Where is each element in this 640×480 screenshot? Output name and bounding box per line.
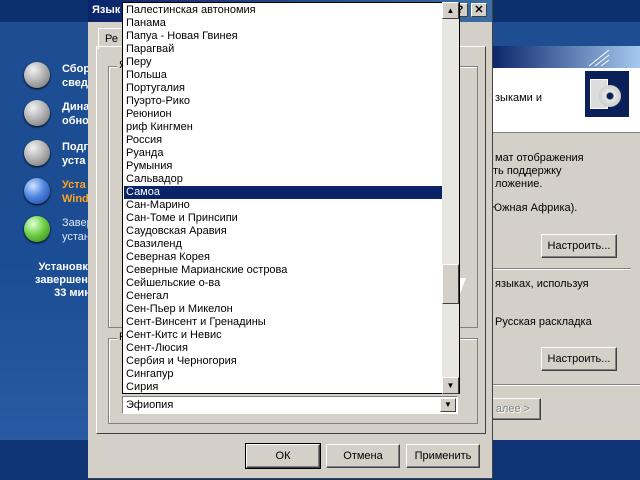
list-item[interactable]: Польша (124, 69, 444, 82)
list-item[interactable]: Папуа - Новая Гвинея (124, 30, 444, 43)
list-item[interactable]: Северная Корея (124, 251, 444, 264)
list-item[interactable]: риф Кингмен (124, 121, 444, 134)
list-item[interactable]: Сен-Пьер и Микелон (124, 303, 444, 316)
configure-keyboard-button[interactable]: Настроить... (541, 347, 617, 371)
list-item[interactable]: Россия (124, 134, 444, 147)
location-combobox[interactable]: Эфиопия ▼ (122, 396, 458, 414)
next-button[interactable]: алее > (485, 398, 541, 420)
list-item[interactable]: Перу (124, 56, 444, 69)
step-pending-orb-icon (24, 216, 50, 242)
format-text-line: ложение. (495, 178, 543, 190)
list-item[interactable]: Сент-Винсент и Гренадины (124, 316, 444, 329)
mouse-cursor-icon (460, 278, 472, 294)
cancel-button[interactable]: Отмена (326, 444, 400, 468)
list-item[interactable]: Сент-Люсия (124, 342, 444, 355)
list-item[interactable]: Самоа (124, 186, 444, 199)
list-item[interactable]: Сирия (124, 381, 444, 393)
setup-step-label: Сбор свед (62, 63, 91, 89)
list-item[interactable]: Пуэрто-Рико (124, 95, 444, 108)
list-item[interactable]: Сан-Томе и Принсипи (124, 212, 444, 225)
separator (491, 268, 631, 270)
ok-button[interactable]: ОК (245, 443, 321, 469)
list-item[interactable]: Саудовская Аравия (124, 225, 444, 238)
combobox-value: Эфиопия (126, 399, 174, 411)
languages-text: языках, используя (495, 278, 589, 290)
format-text-line: ть поддержку (493, 165, 562, 177)
list-item[interactable]: Парагвай (124, 43, 444, 56)
list-item[interactable]: Реюнион (124, 108, 444, 121)
keyboard-layout-text: Русская раскладка (495, 316, 592, 328)
separator (491, 384, 640, 386)
setup-step-label: Уста Wind (62, 179, 89, 205)
step-done-orb-icon (24, 100, 50, 126)
dialog-titlebar (491, 46, 640, 68)
list-item[interactable]: Сербия и Черногория (124, 355, 444, 368)
list-item[interactable]: Сент-Китс и Невис (124, 329, 444, 342)
list-item[interactable]: Португалия (124, 82, 444, 95)
list-scrollbar[interactable]: ▲ ▼ (442, 2, 459, 394)
list-item[interactable]: Палестинская автономия (124, 4, 444, 17)
list-item[interactable]: Сейшельские о-ва (124, 277, 444, 290)
scroll-up-icon[interactable]: ▲ (442, 2, 459, 19)
scroll-thumb[interactable] (442, 264, 459, 304)
apply-button[interactable]: Применить (406, 444, 480, 468)
list-item[interactable]: Сальвадор (124, 173, 444, 186)
setup-step-label: Дина обно (62, 101, 90, 127)
install-time-remaining: Установка завершена 33 мин. (35, 261, 94, 299)
list-item[interactable]: Сингапур (124, 368, 444, 381)
list-item[interactable]: Румыния (124, 160, 444, 173)
configure-locale-button[interactable]: Настроить... (541, 234, 617, 258)
regional-options-dialog: зыками и мат отображения ть поддержку ло… (485, 46, 640, 440)
format-text-line: мат отображения (495, 152, 584, 164)
header-text: зыками и (495, 92, 543, 104)
list-item[interactable]: Сенегал (124, 290, 444, 303)
tab-label: Ре (105, 33, 118, 45)
setup-step-label: Подг уста (62, 141, 89, 167)
decorative-lines-icon (588, 49, 610, 67)
location-dropdown-list[interactable]: Палестинская автономия Панама Папуа - Нова… (122, 2, 460, 394)
close-button[interactable]: ✕ (471, 3, 487, 17)
list-item[interactable]: Сан-Марино (124, 199, 444, 212)
list-item[interactable]: Руанда (124, 147, 444, 160)
locale-text: Южная Африка). (491, 202, 578, 214)
list-item[interactable]: Северные Марианские острова (124, 264, 444, 277)
dialog-title: Язык (92, 4, 121, 16)
list-item[interactable]: Панама (124, 17, 444, 30)
step-current-orb-icon (24, 178, 50, 204)
chevron-down-icon[interactable]: ▼ (440, 398, 456, 412)
scroll-down-icon[interactable]: ▼ (442, 377, 459, 394)
step-done-orb-icon (24, 140, 50, 166)
step-done-orb-icon (24, 62, 50, 88)
regional-settings-icon (585, 71, 629, 117)
list-item[interactable]: Свазиленд (124, 238, 444, 251)
